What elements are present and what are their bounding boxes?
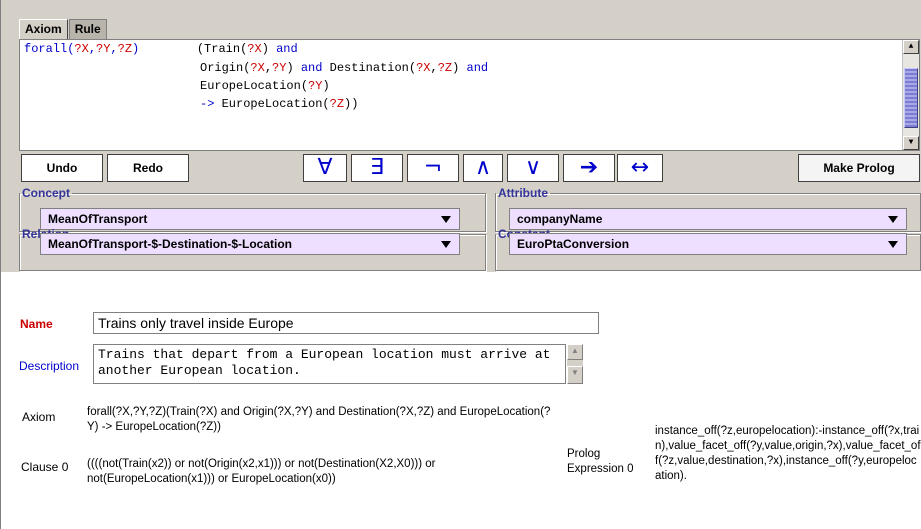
clause-label: Clause 0 [21, 460, 69, 474]
code-line-4: -> EuropeLocation(?Z)) [200, 96, 358, 113]
code-token: , [88, 42, 97, 56]
implies-button[interactable]: ➔ [563, 154, 615, 182]
code-token: Destination( [322, 61, 417, 75]
make-prolog-button[interactable]: Make Prolog [798, 154, 920, 182]
chevron-down-icon [888, 241, 898, 248]
or-button[interactable]: ∨ [507, 154, 559, 182]
tab-bar: Axiom Rule [19, 19, 107, 40]
code-token: EuropeLocation( [200, 79, 309, 93]
code-token: ) [261, 42, 277, 56]
code-token: (Train( [139, 42, 248, 56]
code-token: EuropeLocation( [214, 97, 330, 111]
forall-button[interactable]: ∀ [303, 154, 347, 182]
constant-select[interactable]: EuroPtaConversion [509, 233, 907, 255]
axiom-editor-window: Axiom Rule forall(?X,?Y,?Z) (Train(?X) a… [0, 0, 921, 529]
editor-scrollbar[interactable]: ▲ ▼ [902, 40, 919, 150]
code-token: ) [452, 61, 467, 75]
scroll-up-icon[interactable]: ▲ [903, 40, 919, 54]
chevron-down-icon [888, 216, 898, 223]
code-line-3: EuropeLocation(?Y) [200, 78, 330, 95]
prolog-expression-text: instance_off(?z,europelocation):-instanc… [655, 425, 921, 482]
scroll-down-icon[interactable]: ▼ [903, 136, 919, 150]
code-token: ) [322, 79, 330, 93]
code-token: ?Y [272, 61, 287, 75]
code-token: , [110, 42, 118, 56]
code-token: , [264, 61, 273, 75]
code-token: ?X [247, 42, 262, 56]
code-token: ?Y [308, 79, 323, 93]
code-token: ?X [74, 42, 89, 56]
scroll-down-icon[interactable]: ▼ [567, 366, 583, 384]
name-label: Name [20, 317, 53, 331]
code-token: ?Z [437, 61, 453, 75]
concept-legend: Concept [22, 186, 70, 200]
code-token: ?X [416, 61, 431, 75]
code-token: ) [286, 61, 301, 75]
attribute-value: companyName [517, 212, 603, 226]
clause-text: ((((not(Train(x2)) or not(Origin(x2,x1))… [87, 458, 436, 485]
and-button[interactable]: ∧ [463, 154, 503, 182]
redo-button[interactable]: Redo [107, 154, 189, 182]
axiom-code-editor[interactable]: forall(?X,?Y,?Z) (Train(?X) and Origin(?… [19, 39, 920, 151]
chevron-down-icon [441, 216, 451, 223]
code-token: forall( [24, 42, 75, 56]
scroll-thumb[interactable] [904, 68, 918, 128]
chevron-down-icon [441, 241, 451, 248]
description-scrollbar[interactable]: ▲ ▼ [567, 344, 583, 384]
relation-select[interactable]: MeanOfTransport-$-Destination-$-Location [40, 233, 460, 255]
code-token: ?X [250, 61, 265, 75]
description-textarea[interactable]: Trains that depart from a European locat… [93, 344, 566, 384]
axiom-output-text: forall(?X,?Y,?Z)(Train(?X) and Origin(?X… [87, 406, 551, 433]
constant-value: EuroPtaConversion [517, 237, 630, 251]
axiom-output-label: Axiom [22, 410, 56, 424]
relation-value: MeanOfTransport-$-Destination-$-Location [48, 237, 293, 251]
code-token: and [300, 61, 323, 75]
scroll-up-icon[interactable]: ▲ [567, 344, 583, 360]
undo-button[interactable]: Undo [21, 154, 103, 182]
iff-button[interactable]: ↔ [617, 154, 663, 182]
code-token: ?Y [96, 42, 111, 56]
tab-rule[interactable]: Rule [68, 19, 107, 40]
description-label: Description [19, 359, 80, 373]
concept-value: MeanOfTransport [48, 212, 148, 226]
code-token: -> [200, 97, 215, 111]
code-token: and [466, 61, 489, 75]
code-line-2: Origin(?X,?Y) and Destination(?X,?Z) and [200, 60, 488, 77]
prolog-label: Prolog Expression 0 [567, 448, 634, 475]
code-token: , [430, 61, 438, 75]
code-line-1: forall(?X,?Y,?Z) (Train(?X) and [24, 41, 298, 58]
tab-axiom[interactable]: Axiom [19, 19, 68, 40]
code-token: ?Z [329, 97, 345, 111]
code-token: and [276, 42, 298, 56]
code-token: )) [344, 97, 359, 111]
name-input[interactable]: Trains only travel inside Europe [93, 312, 599, 334]
code-token: ?Z [117, 42, 133, 56]
not-button[interactable]: ¬ [407, 154, 459, 182]
code-token: Origin( [200, 61, 251, 75]
editor-panel: Axiom Rule forall(?X,?Y,?Z) (Train(?X) a… [1, 0, 921, 272]
attribute-legend: Attribute [498, 186, 548, 200]
exists-button[interactable]: ∃ [351, 154, 403, 182]
